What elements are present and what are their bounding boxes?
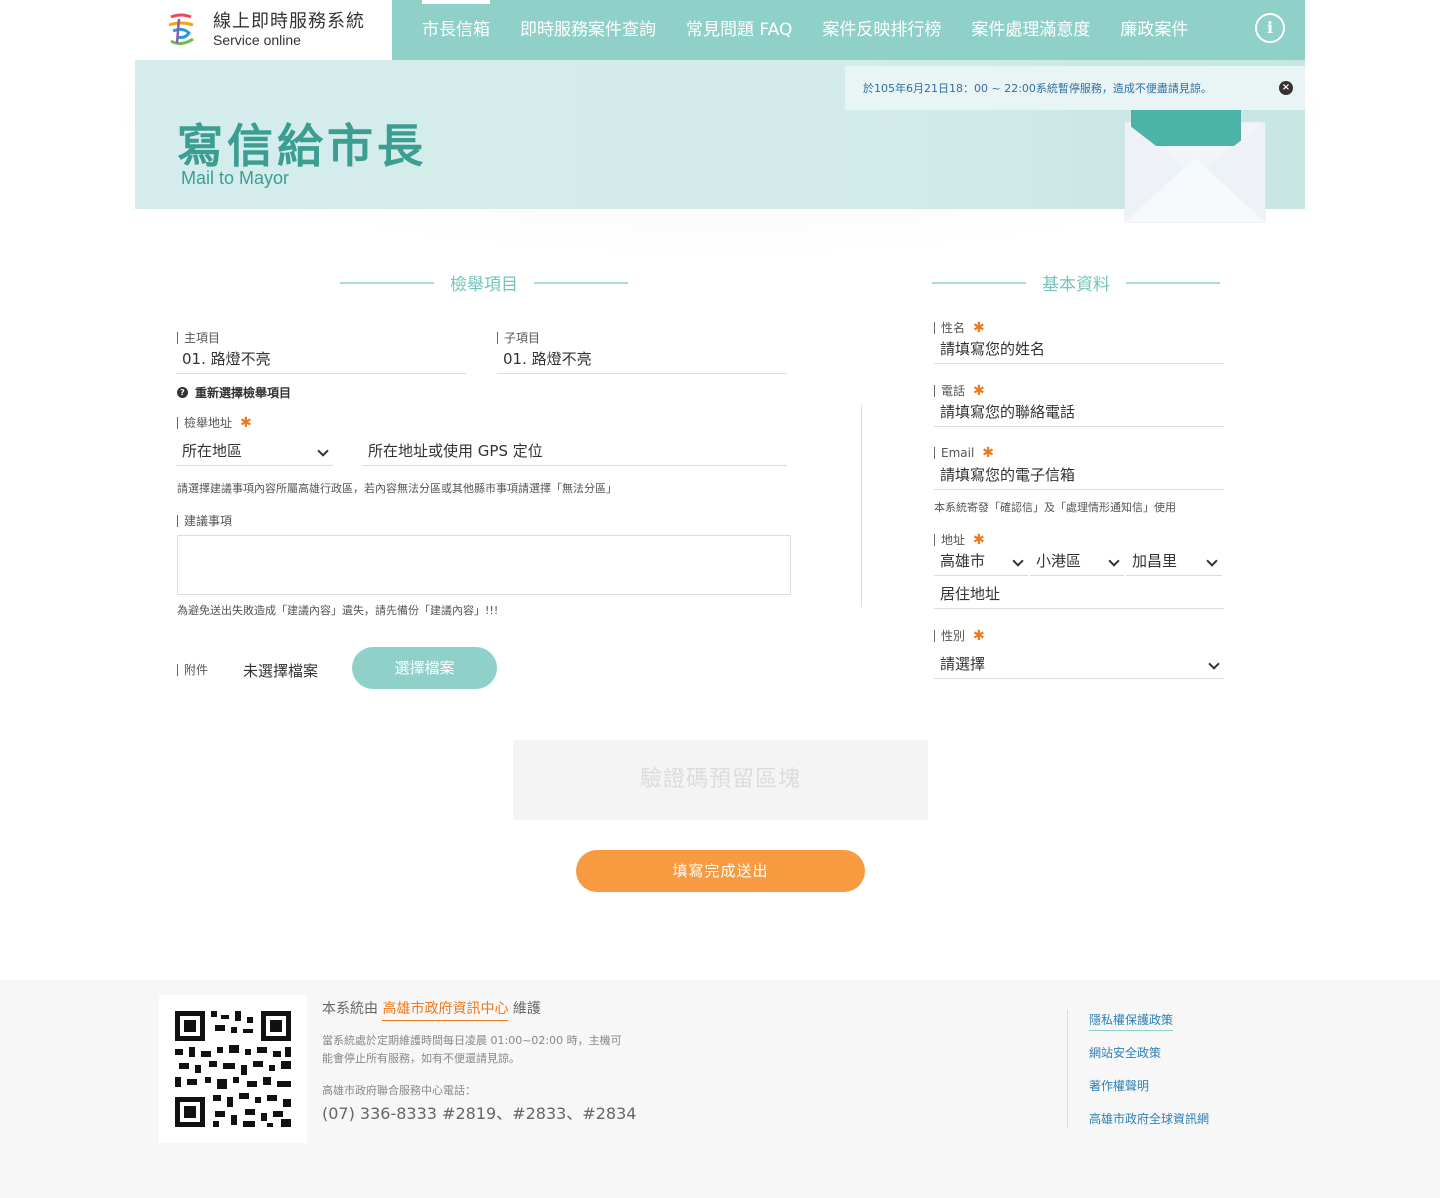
name-label: 性名 ✱ <box>934 320 985 336</box>
gender-select[interactable]: 請選擇 <box>934 651 1224 679</box>
suggestion-textarea[interactable] <box>177 535 791 595</box>
village-select-value: 加昌里 <box>1132 552 1178 570</box>
sub-item-field[interactable]: 01. 路燈不亮 <box>497 346 787 374</box>
logo-title: 線上即時服務系統 <box>213 11 365 32</box>
main-nav: 市長信箱 即時服務案件查詢 常見問題 FAQ 案件反映排行榜 案件處理滿意度 廉… <box>392 0 1305 60</box>
report-section-heading: 檢舉項目 <box>340 270 628 295</box>
chevron-down-icon <box>1012 555 1024 567</box>
security-policy-link[interactable]: 網站安全政策 <box>1089 1043 1209 1076</box>
nav-mayor-mailbox[interactable]: 市長信箱 <box>422 0 490 60</box>
village-select[interactable]: 加昌里 <box>1126 548 1222 576</box>
email-input[interactable]: 請填寫您的電子信箱 <box>934 462 1224 490</box>
question-icon: ? <box>177 387 188 398</box>
info-icon[interactable]: i <box>1255 13 1285 43</box>
chevron-down-icon <box>1108 555 1120 567</box>
privacy-policy-link[interactable]: 隱私權保護政策 <box>1089 1010 1209 1043</box>
city-select[interactable]: 高雄市 <box>934 548 1028 576</box>
required-icon: ✱ <box>982 445 995 461</box>
district-select[interactable]: 所在地區 <box>176 438 333 466</box>
address-label: 地址 ✱ <box>934 532 985 548</box>
required-icon: ✱ <box>240 415 252 431</box>
reselect-text: 重新選擇檢舉項目 <box>195 386 292 400</box>
address-hint: 請選擇建議事項內容所屬高雄行政區，若內容無法分區或其他縣市事項請選擇「無法分區」 <box>177 482 617 495</box>
chevron-down-icon <box>317 445 329 457</box>
footer-maintenance-note: 當系統處於定期維護時間每日凌晨 01:00~02:00 時，主機可能會停止所有服… <box>322 1034 622 1065</box>
gender-select-value: 請選擇 <box>940 655 986 673</box>
footer-phone: (07) 336-8333 #2819、#2833、#2834 <box>322 1104 637 1123</box>
report-address-input[interactable]: 所在地址或使用 GPS 定位 <box>362 438 787 466</box>
required-icon: ✱ <box>973 383 985 399</box>
attachment-label: 附件 <box>177 664 208 676</box>
city-portal-link[interactable]: 高雄市政府全球資訊網 <box>1089 1109 1209 1142</box>
nav-case-query[interactable]: 即時服務案件查詢 <box>520 0 656 60</box>
maintainer-org-link[interactable]: 高雄市政府資訊中心 <box>382 1001 509 1021</box>
heading-rule-left <box>932 281 1026 284</box>
close-icon[interactable]: × <box>1279 81 1293 95</box>
email-hint: 本系統寄發「確認信」及「處理情形通知信」使用 <box>934 501 1176 514</box>
phone-input[interactable]: 請填寫您的聯絡電話 <box>934 399 1224 427</box>
page-container: 線上即時服務系統 Service online 市長信箱 即時服務案件查詢 常見… <box>135 0 1305 223</box>
footer-links: 隱私權保護政策 網站安全政策 著作權聲明 高雄市政府全球資訊網 <box>1089 1010 1209 1142</box>
basic-heading-text: 基本資料 <box>1042 275 1110 295</box>
nav-ranking[interactable]: 案件反映排行榜 <box>822 0 941 60</box>
kaohsiung-logo-icon <box>168 13 194 46</box>
chevron-down-icon <box>1206 555 1218 567</box>
required-icon: ✱ <box>973 320 985 336</box>
report-address-label: 檢舉地址 ✱ <box>177 415 252 431</box>
site-footer: 本系統由 高雄市政府資訊中心 維護 當系統處於定期維護時間每日凌晨 01:00~… <box>0 980 1440 1198</box>
choose-file-button[interactable]: 選擇檔案 <box>352 647 497 689</box>
heading-rule-right <box>534 281 628 284</box>
copyright-link[interactable]: 著作權聲明 <box>1089 1076 1209 1109</box>
site-header: 線上即時服務系統 Service online 市長信箱 即時服務案件查詢 常見… <box>135 0 1305 60</box>
phone-label: 電話 ✱ <box>934 383 985 399</box>
heading-rule-left <box>340 281 434 284</box>
district-select-basic[interactable]: 小港區 <box>1030 548 1124 576</box>
submit-button[interactable]: 填寫完成送出 <box>576 850 865 892</box>
gender-label: 性別 ✱ <box>934 628 985 644</box>
report-heading-text: 檢舉項目 <box>450 275 518 295</box>
attachment-status: 未選擇檔案 <box>243 662 319 680</box>
qr-code-icon <box>159 995 307 1143</box>
main-item-label: 主項目 <box>177 332 220 344</box>
heading-rule-right <box>1126 281 1220 284</box>
page-subtitle: Mail to Mayor <box>181 168 290 188</box>
chevron-down-icon <box>1208 658 1220 670</box>
page-banner: 寫信給市長 Mail to Mayor 於105年6月21日18：00 ~ 22… <box>135 60 1305 223</box>
nav-integrity-cases[interactable]: 廉政案件 <box>1120 0 1188 60</box>
city-select-value: 高雄市 <box>940 552 986 570</box>
captcha-placeholder: 驗證碼預留區塊 <box>513 740 928 820</box>
district-select-value: 所在地區 <box>182 442 243 460</box>
footer-phone-label: 高雄市政府聯合服務中心電話： <box>322 1084 476 1097</box>
reselect-item-link[interactable]: ? 重新選擇檢舉項目 <box>177 384 291 401</box>
required-icon: ✱ <box>973 532 985 548</box>
suggestion-hint: 為避免送出失敗造成「建議內容」遺失，請先備份「建議內容」!!! <box>177 604 499 617</box>
nav-satisfaction[interactable]: 案件處理滿意度 <box>971 0 1090 60</box>
sub-item-label: 子項目 <box>497 332 540 344</box>
nav-faq[interactable]: 常見問題 FAQ <box>686 0 792 60</box>
basic-section-heading: 基本資料 <box>932 270 1220 295</box>
logo-subtitle: Service online <box>213 32 301 48</box>
home-address-input[interactable]: 居住地址 <box>934 581 1224 609</box>
column-divider <box>861 405 862 607</box>
footer-maintainer: 本系統由 高雄市政府資訊中心 維護 <box>322 998 541 1021</box>
maintainer-suffix: 維護 <box>512 1001 541 1017</box>
district-select-basic-value: 小港區 <box>1036 552 1082 570</box>
required-icon: ✱ <box>973 628 985 644</box>
footer-divider <box>1067 1010 1068 1128</box>
maintainer-prefix: 本系統由 <box>322 1001 378 1017</box>
name-input[interactable]: 請填寫您的姓名 <box>934 336 1224 364</box>
notice-text: 於105年6月21日18：00 ~ 22:00系統暫停服務，造成不便盡請見諒。 <box>863 82 1212 95</box>
page-title: 寫信給市長 <box>177 119 427 173</box>
maintenance-notice: 於105年6月21日18：00 ~ 22:00系統暫停服務，造成不便盡請見諒。 … <box>845 66 1305 110</box>
suggestion-label: 建議事項 <box>177 515 232 527</box>
main-item-field[interactable]: 01. 路燈不亮 <box>176 346 466 374</box>
site-logo[interactable]: 線上即時服務系統 Service online <box>135 0 392 60</box>
email-label: Email ✱ <box>934 445 995 461</box>
